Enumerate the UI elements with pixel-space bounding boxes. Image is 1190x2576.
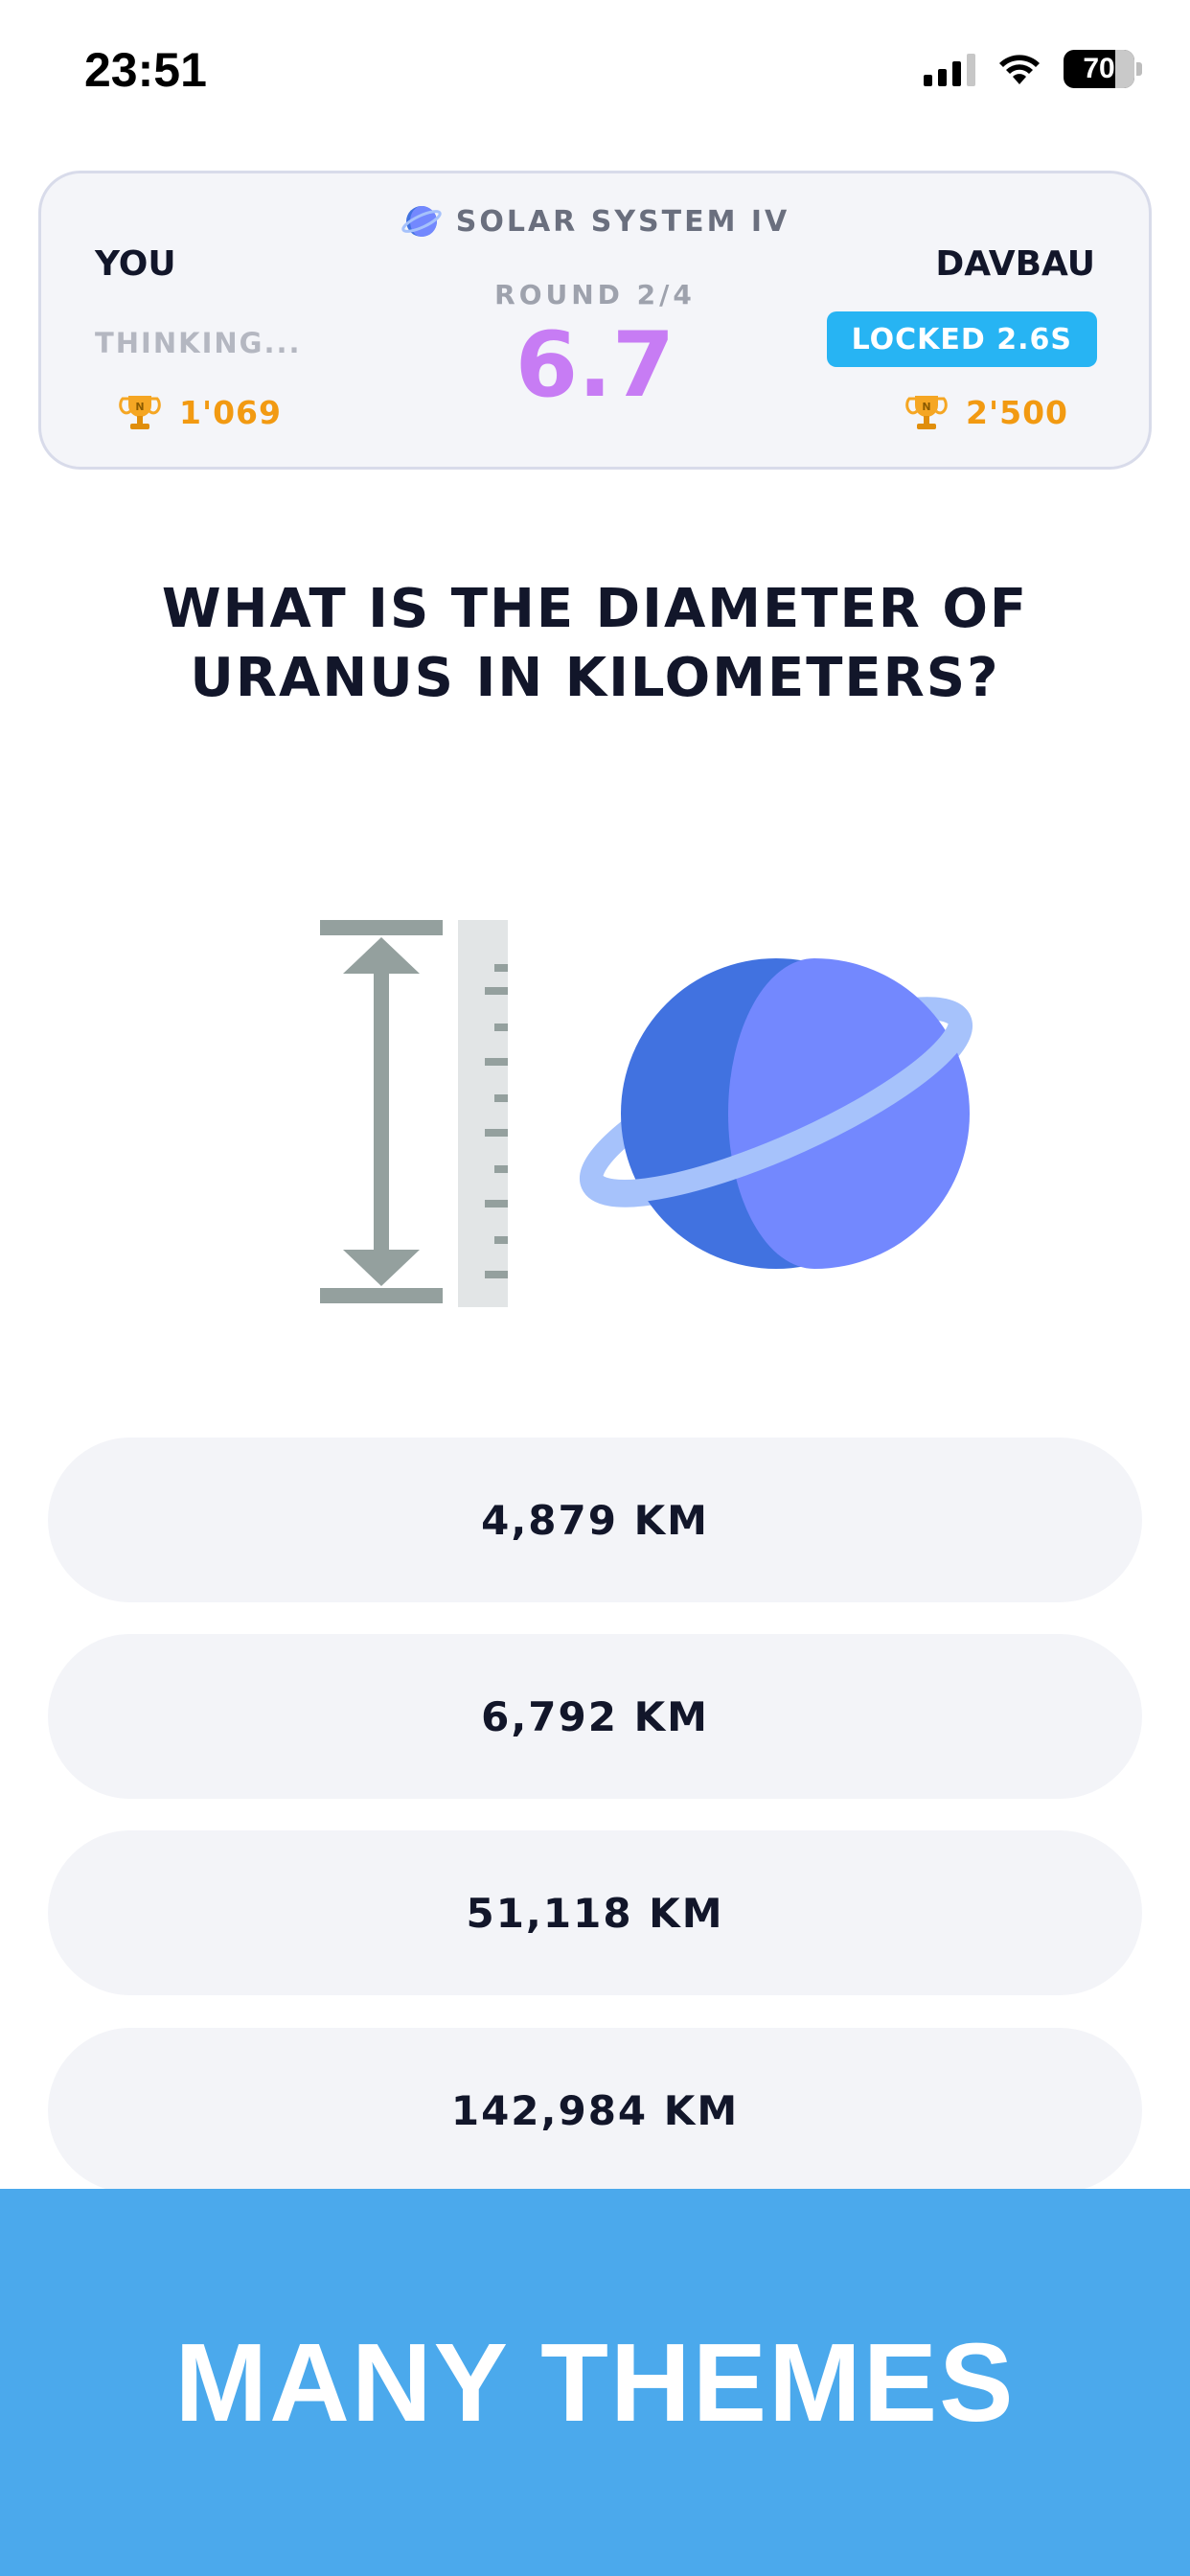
status-bar: 23:51 70 (0, 0, 1190, 144)
topic-header: SOLAR SYSTEM IV (41, 202, 1149, 241)
battery-level: 70 (1083, 53, 1115, 84)
answer-option-1[interactable]: 4,879 KM (48, 1438, 1142, 1602)
wifi-icon (999, 55, 1040, 84)
status-icons: 70 (924, 50, 1142, 88)
promo-banner: MANY THEMES (0, 2189, 1190, 2576)
topic-title: SOLAR SYSTEM IV (455, 204, 790, 239)
battery-icon: 70 (1064, 50, 1134, 88)
status-time: 23:51 (84, 43, 207, 97)
planet-icon (401, 206, 442, 237)
question-text: WHAT IS THE DIAMETER OF URANUS IN KILOME… (161, 578, 1029, 709)
trophy-icon: N (905, 396, 948, 429)
match-scoreboard: SOLAR SYSTEM IV YOU THINKING... N 1'069 … (38, 171, 1152, 470)
answer-option-3[interactable]: 51,118 KM (48, 1830, 1142, 1995)
cellular-signal-icon (924, 52, 975, 86)
diameter-ruler-planet-icon (320, 920, 973, 1307)
answer-option-4[interactable]: 142,984 KM (48, 2028, 1142, 2193)
opponent-status-badge: LOCKED 2.6S (826, 311, 1097, 367)
opponent-trophies: N 2'500 (904, 390, 1068, 434)
player-name: YOU (95, 244, 176, 284)
opponent-trophy-count: 2'500 (966, 393, 1068, 431)
answer-option-2[interactable]: 6,792 KM (48, 1634, 1142, 1799)
banner-title: MANY THEMES (174, 2320, 1016, 2445)
opponent-name: DAVBAU (935, 244, 1095, 284)
svg-text:N: N (922, 401, 930, 413)
